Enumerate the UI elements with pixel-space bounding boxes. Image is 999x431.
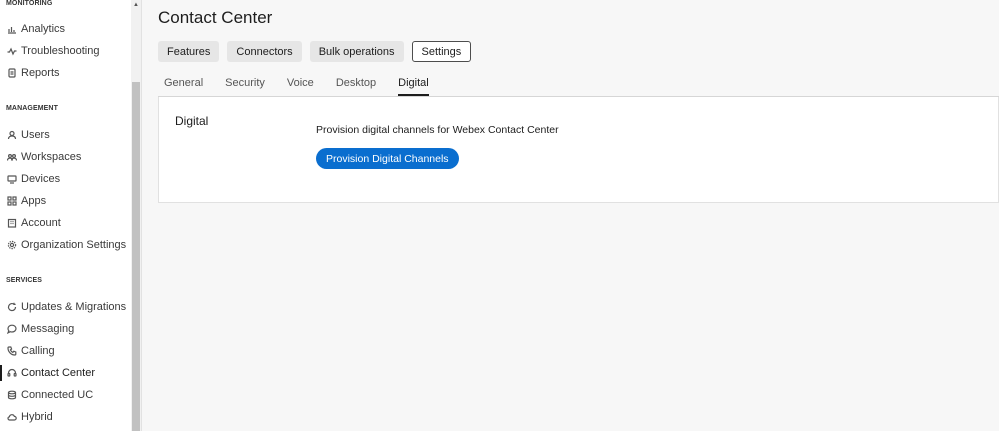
people-icon [6,152,17,163]
scrollbar-thumb[interactable] [132,82,140,431]
tab-desktop[interactable]: Desktop [336,77,376,96]
sidebar-scrollbar[interactable]: ▲ [131,0,141,431]
card-title: Digital [175,114,209,128]
top-navigation-pills: Features Connectors Bulk operations Sett… [158,41,472,62]
sidebar-item-connected-uc[interactable]: Connected UC [0,384,131,406]
pill-settings[interactable]: Settings [411,41,472,62]
sidebar-item-label: Analytics [21,23,66,35]
section-label-management: MANAGEMENT [6,105,58,112]
settings-tabs: General Security Voice Desktop Digital [164,77,451,96]
sidebar-item-label: Contact Center [21,367,95,379]
digital-settings-card: Digital Provision digital channels for W… [158,97,999,203]
pill-connectors[interactable]: Connectors [227,41,302,62]
sidebar-item-label: Messaging [21,323,75,335]
sidebar-item-contact-center[interactable]: Contact Center [0,362,131,384]
phone-icon [6,346,17,357]
sidebar-item-devices[interactable]: Devices [0,168,131,190]
main-content: Contact Center Features Connectors Bulk … [142,0,999,431]
gear-icon [6,240,17,251]
sidebar-item-label: Devices [21,173,61,185]
scroll-up-arrow-icon[interactable]: ▲ [133,2,139,8]
sidebar-item-label: Account [21,217,61,229]
tab-digital[interactable]: Digital [398,77,429,96]
sidebar-item-analytics[interactable]: Analytics [0,18,131,40]
cloud-icon [6,412,17,423]
sidebar-item-troubleshooting[interactable]: Troubleshooting [0,40,131,62]
sidebar: MONITORING Analytics Troubleshooting Rep… [0,0,142,431]
sidebar-item-account[interactable]: Account [0,212,131,234]
chat-icon [6,324,17,335]
sidebar-item-hybrid[interactable]: Hybrid [0,406,131,428]
headset-icon [6,368,17,379]
user-icon [6,130,17,141]
sidebar-item-apps[interactable]: Apps [0,190,131,212]
section-label-services: SERVICES [6,277,43,284]
sidebar-item-label: Updates & Migrations [21,301,127,313]
card-description: Provision digital channels for Webex Con… [316,124,559,136]
tab-voice[interactable]: Voice [287,77,314,96]
sidebar-item-messaging[interactable]: Messaging [0,318,131,340]
device-icon [6,174,17,185]
sidebar-item-users[interactable]: Users [0,124,131,146]
pill-features[interactable]: Features [158,41,220,62]
sidebar-item-label: Hybrid [21,411,53,423]
sidebar-item-workspaces[interactable]: Workspaces [0,146,131,168]
sidebar-item-reports[interactable]: Reports [0,62,131,84]
pulse-icon [6,46,17,57]
refresh-icon [6,302,17,313]
pill-bulk-operations[interactable]: Bulk operations [309,41,404,62]
sidebar-item-label: Organization Settings [21,239,127,251]
bar-chart-icon [6,24,17,35]
provision-digital-channels-button[interactable]: Provision Digital Channels [316,148,459,169]
sidebar-item-label: Workspaces [21,151,82,163]
sidebar-item-label: Calling [21,345,55,357]
page-title: Contact Center [158,8,273,27]
building-icon [6,218,17,229]
tab-general[interactable]: General [164,77,203,96]
apps-icon [6,196,17,207]
section-label-monitoring: MONITORING [6,0,53,7]
sidebar-item-label: Users [21,129,50,141]
sidebar-item-label: Apps [21,195,47,207]
sidebar-item-label: Reports [21,67,60,79]
stack-icon [6,390,17,401]
sidebar-item-calling[interactable]: Calling [0,340,131,362]
sidebar-item-organization-settings[interactable]: Organization Settings [0,234,131,256]
document-icon [6,68,17,79]
tab-security[interactable]: Security [225,77,265,96]
sidebar-item-label: Troubleshooting [21,45,100,57]
sidebar-item-label: Connected UC [21,389,94,401]
sidebar-item-updates-migrations[interactable]: Updates & Migrations [0,296,131,318]
